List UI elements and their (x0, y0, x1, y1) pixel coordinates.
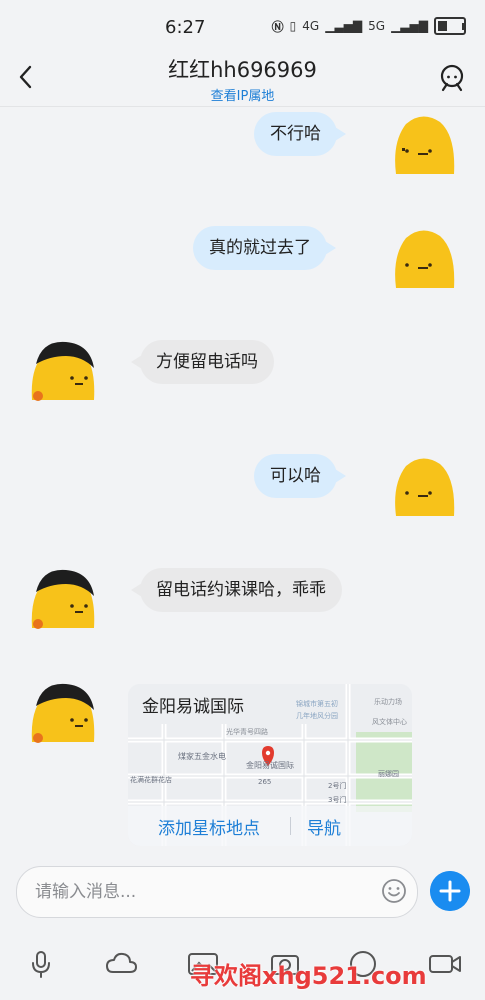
location-card[interactable]: 煤家五金水电 金阳易诚国际 光华青号四路 乐动力场 风文体中心 丽娜园 锦城市第… (128, 684, 412, 846)
location-title: 金阳易诚国际 (142, 697, 244, 717)
plus-icon[interactable] (430, 871, 470, 911)
message-bubble-received[interactable]: 留电话约课课哈，乖乖 (131, 568, 342, 612)
battery-icon (434, 17, 466, 35)
map-label: 金阳易诚国际 (246, 760, 294, 770)
my-avatar[interactable] (388, 454, 458, 524)
map-label: 花满花群花店 (130, 775, 172, 784)
status-bar: 6:27 Ⓝ ▯ 4G ▁▃▅▇ 5G ▁▃▅▇ (0, 0, 485, 52)
contact-avatar[interactable] (28, 566, 98, 636)
my-avatar[interactable] (388, 226, 458, 296)
network-label: 4G (302, 19, 320, 33)
watermark-text: 寻欢阁xhg521.com (190, 962, 427, 990)
map-label: 煤家五金水电 (178, 751, 226, 761)
microphone-icon[interactable] (24, 948, 58, 980)
add-star-location-button[interactable]: 添加星标地点 (158, 814, 260, 839)
contact-avatar[interactable] (28, 338, 98, 408)
navigate-button[interactable]: 导航 (307, 814, 341, 839)
map-label: 265 (258, 778, 271, 786)
chat-header: 红红hh696969 查看IP属地 (0, 52, 485, 107)
location-actions: 添加星标地点 导航 (128, 806, 412, 846)
emoji-icon[interactable] (381, 878, 407, 904)
message-input[interactable] (33, 867, 377, 917)
message-bubble-sent[interactable]: 可以哈 (254, 454, 346, 498)
signal-icon: ▁▃▅▇ (325, 19, 363, 33)
divider (290, 817, 291, 835)
map-label: 锦城市第五初 (296, 699, 338, 708)
map-label: 光华青号四路 (226, 727, 268, 736)
status-icons: Ⓝ ▯ 4G ▁▃▅▇ 5G ▁▃▅▇ (271, 17, 466, 35)
message-bubble-sent[interactable]: 不行哈 (254, 112, 346, 156)
status-time: 6:27 (165, 17, 206, 38)
video-call-icon[interactable] (428, 948, 462, 980)
map-label: 乐动力场 (374, 697, 402, 706)
signal2-icon: ▁▃▅▇ (391, 19, 428, 33)
map-label: 几年地风分园 (296, 711, 338, 720)
my-avatar[interactable] (388, 112, 458, 182)
map-label: 3号门 (328, 795, 346, 804)
message-bubble-received[interactable]: 方便留电话吗 (131, 340, 274, 384)
chat-title: 红红hh696969 (168, 58, 317, 82)
contact-avatar[interactable] (28, 680, 98, 750)
map-label: 2号门 (328, 781, 346, 790)
map-label: 风文体中心 (372, 717, 407, 726)
map-label: 丽娜园 (378, 769, 399, 778)
view-ip-location-link[interactable]: 查看IP属地 (0, 85, 485, 104)
vibrate-icon: ▯ (289, 19, 297, 33)
message-input-box[interactable] (16, 866, 418, 918)
message-bubble-sent[interactable]: 真的就过去了 (193, 226, 336, 270)
cloud-icon[interactable] (104, 948, 138, 980)
network2-label: 5G (368, 19, 386, 33)
profile-icon[interactable] (439, 64, 465, 92)
nfc-icon: Ⓝ (271, 19, 284, 34)
